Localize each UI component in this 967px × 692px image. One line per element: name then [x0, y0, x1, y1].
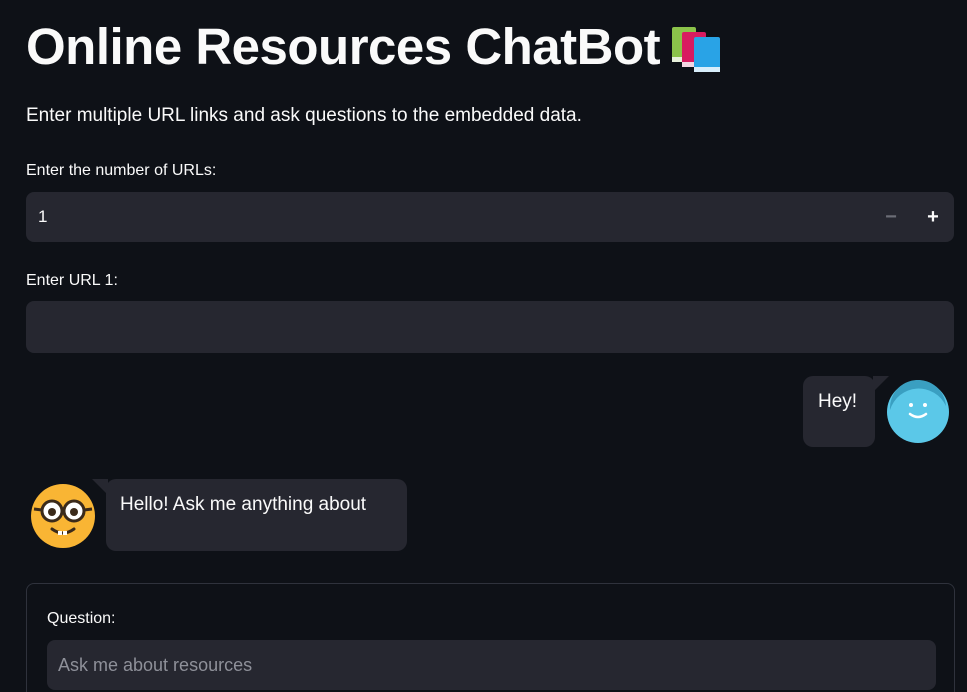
- increment-button[interactable]: +: [912, 192, 954, 242]
- decrement-button[interactable]: −: [870, 192, 912, 242]
- page-title-text: Online Resources ChatBot: [26, 18, 661, 75]
- num-urls-label: Enter the number of URLs:: [26, 162, 217, 179]
- smiley-avatar-icon: [887, 380, 949, 443]
- app-page: Online Resources ChatBot Enter multiple …: [0, 0, 967, 692]
- question-form: Question:: [26, 583, 955, 692]
- chat-message-text: Hey!: [818, 391, 858, 412]
- question-input[interactable]: [47, 640, 936, 690]
- nerd-face-avatar-icon: [31, 484, 95, 548]
- chat-message-text: Hello! Ask me anything about: [120, 494, 367, 515]
- url-1-label: Enter URL 1:: [26, 272, 118, 289]
- books-icon: [672, 27, 721, 72]
- chat-message-user: Hey!: [803, 376, 889, 447]
- chat-message-assistant: Hello! Ask me anything about: [92, 479, 407, 551]
- page-title: Online Resources ChatBot: [26, 14, 728, 80]
- num-urls-value[interactable]: 1: [26, 207, 870, 227]
- url-1-input[interactable]: [26, 301, 954, 353]
- num-urls-input[interactable]: 1 − +: [26, 192, 954, 242]
- page-subtitle: Enter multiple URL links and ask questio…: [26, 105, 582, 126]
- question-label: Question:: [47, 610, 116, 627]
